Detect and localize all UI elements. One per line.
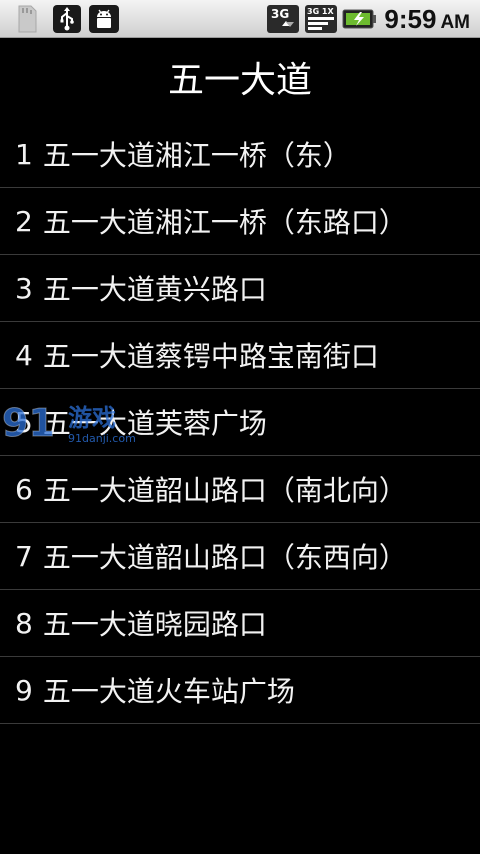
stop-name: 五一大道晓园路口 <box>42 608 267 641</box>
stop-number: 1 <box>15 137 33 171</box>
list-item[interactable]: 5 五一大道芙蓉广场 <box>0 389 480 456</box>
clock-ampm: AM <box>440 12 470 33</box>
stop-number: 8 <box>15 606 33 640</box>
signal-icon: 3G 1X <box>305 5 337 33</box>
stop-name: 五一大道芙蓉广场 <box>42 407 267 440</box>
stop-name: 五一大道韶山路口（东西向） <box>42 541 407 574</box>
stop-number: 4 <box>15 338 33 372</box>
stop-number: 9 <box>15 673 33 707</box>
stop-number: 3 <box>15 271 33 305</box>
stop-name: 五一大道湘江一桥（东路口） <box>42 206 407 239</box>
net-label: 3G <box>271 7 289 21</box>
list-item[interactable]: 1 五一大道湘江一桥（东） <box>0 121 480 188</box>
stop-name: 五一大道火车站广场 <box>42 675 295 708</box>
network-3g-icon: 3G <box>267 5 299 33</box>
stop-name: 五一大道韶山路口（南北向） <box>42 474 407 507</box>
stop-list: 1 五一大道湘江一桥（东） 2 五一大道湘江一桥（东路口） 3 五一大道黄兴路口 4 五一大道… <box>0 121 480 724</box>
android-debug-icon <box>89 5 119 33</box>
signal-label: 3G 1X <box>307 7 334 16</box>
clock-time: 9:59 <box>384 4 437 34</box>
stop-number: 7 <box>15 539 33 573</box>
status-clock: 9:59 AM <box>384 4 470 34</box>
list-item[interactable]: 9 五一大道火车站广场 <box>0 657 480 724</box>
list-item[interactable]: 2 五一大道湘江一桥（东路口） <box>0 188 480 255</box>
list-item[interactable]: 6 五一大道韶山路口（南北向） <box>0 456 480 523</box>
stop-name: 五一大道湘江一桥（东） <box>42 139 351 172</box>
battery-charging-icon <box>342 9 376 29</box>
stop-name: 五一大道蔡锷中路宝南街口 <box>42 340 379 373</box>
usb-icon <box>53 5 81 33</box>
sd-card-icon <box>18 5 37 33</box>
list-item[interactable]: 7 五一大道韶山路口（东西向） <box>0 523 480 590</box>
stop-number: 6 <box>15 472 33 506</box>
stop-number: 2 <box>15 204 33 238</box>
list-item[interactable]: 3 五一大道黄兴路口 <box>0 255 480 322</box>
page-title: 五一大道 <box>167 60 312 101</box>
list-item[interactable]: 4 五一大道蔡锷中路宝南街口 <box>0 322 480 389</box>
stop-name: 五一大道黄兴路口 <box>42 273 267 306</box>
list-item[interactable]: 8 五一大道晓园路口 <box>0 590 480 657</box>
status-bar: 3G 3G 1X 9:59 AM <box>0 0 480 38</box>
stop-number: 5 <box>15 405 33 439</box>
